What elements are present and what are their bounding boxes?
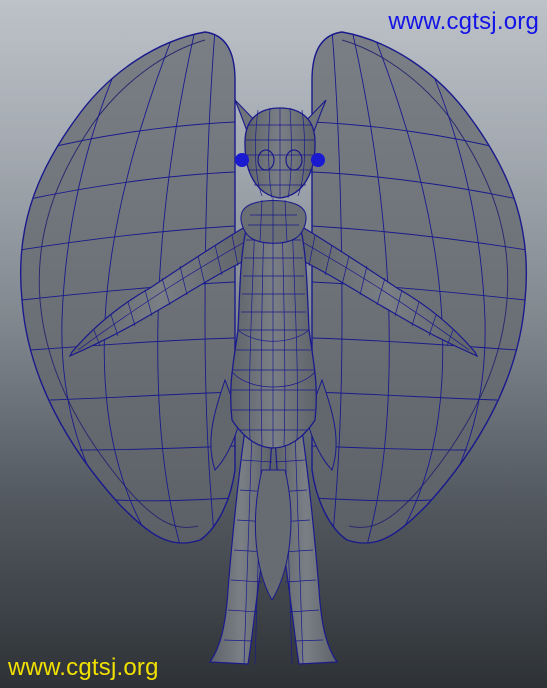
right-wing [311,31,528,544]
watermark-top: www.cgtsj.org [388,8,539,35]
wireframe-model [19,31,528,665]
left-wing [19,31,236,544]
3d-viewport[interactable]: www.cgtsj.org www.cgtsj.org [0,0,547,688]
watermark-bottom: www.cgtsj.org [8,654,159,681]
tail [254,469,292,601]
